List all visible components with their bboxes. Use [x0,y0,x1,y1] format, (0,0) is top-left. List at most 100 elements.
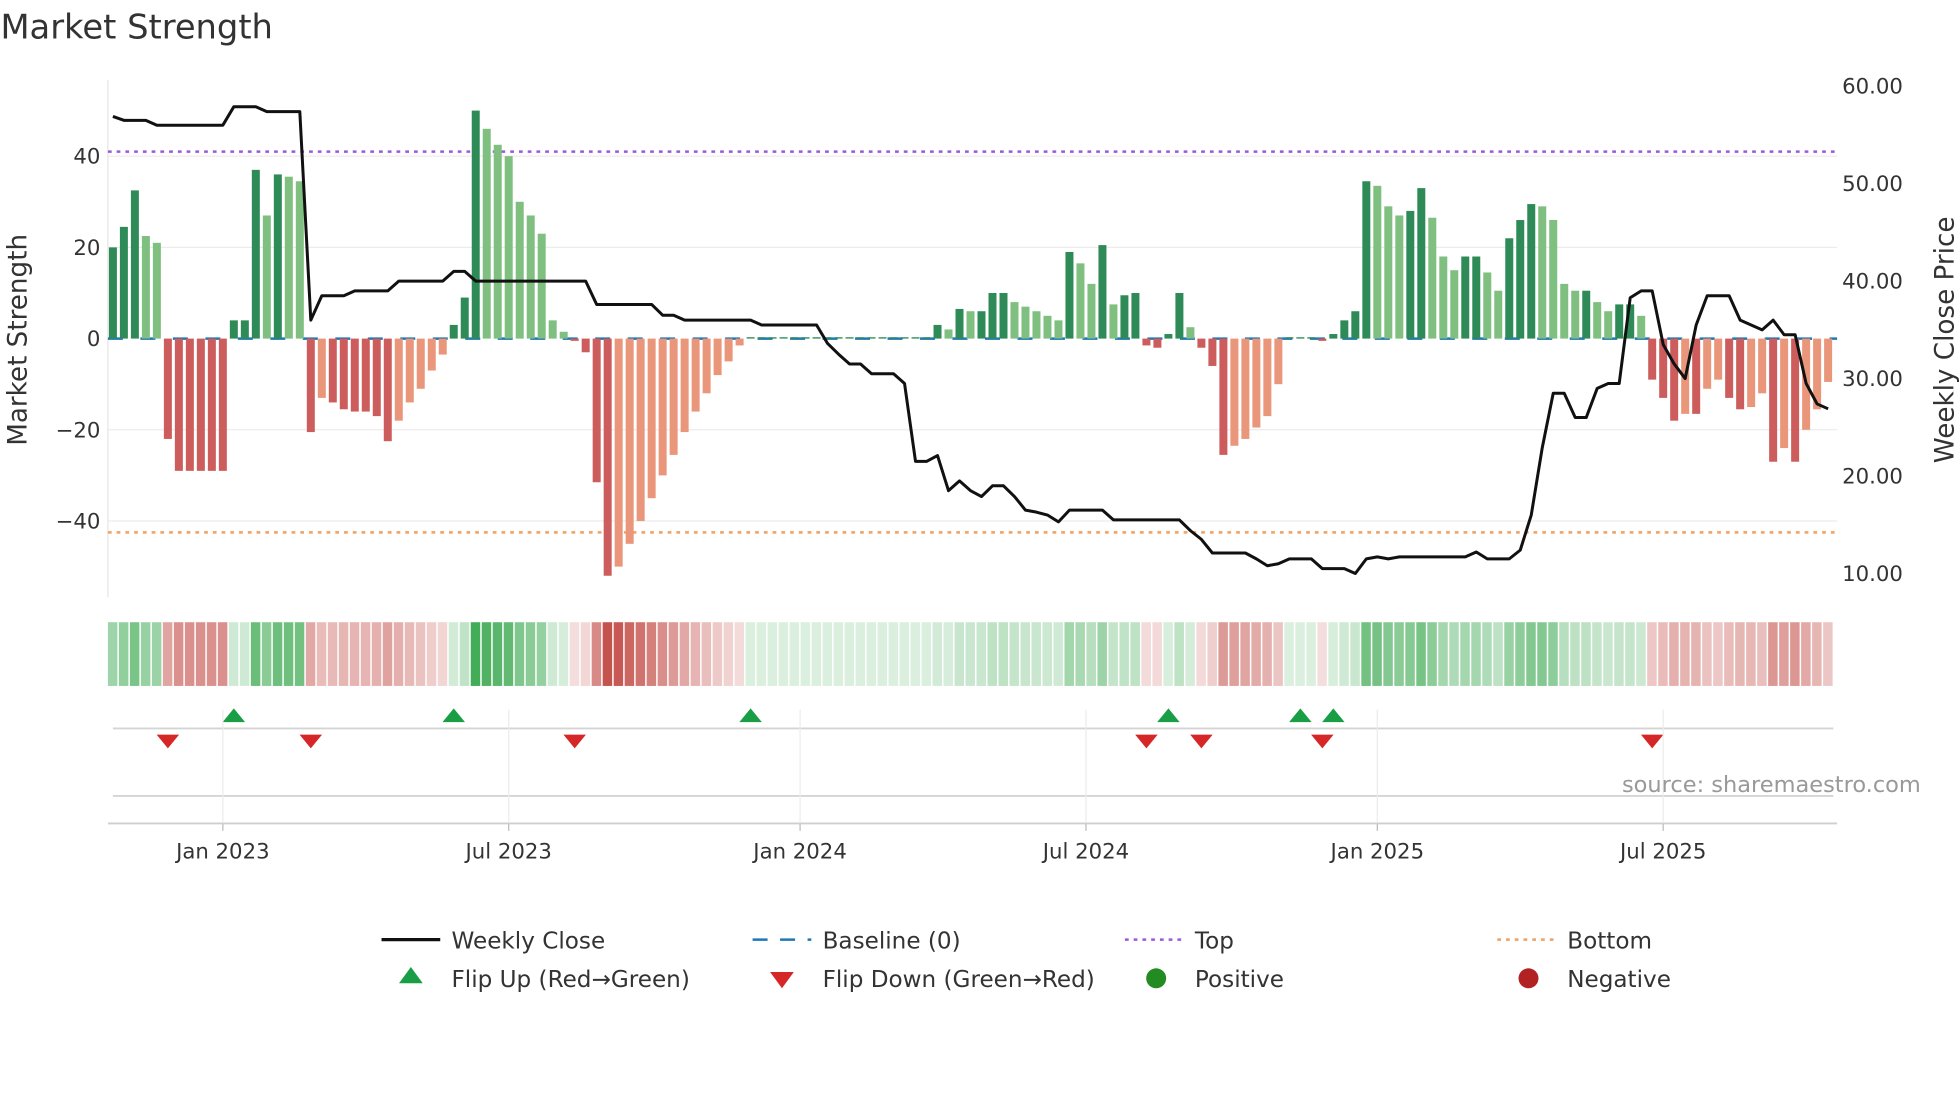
strip-cell [294,622,305,686]
x-tick-label: Jul 2025 [1618,839,1706,864]
strip-cell [591,622,602,686]
strip-cell [239,622,250,686]
strength-bar [1142,338,1151,346]
strip-cell [1284,622,1294,686]
strength-bar [537,233,546,339]
strip-cell [1438,622,1448,686]
strength-bar [1450,270,1459,339]
strip-cell [1614,622,1624,686]
strip-cell [1053,622,1063,686]
strength-bar [1131,292,1140,339]
strength-bar [867,337,876,339]
strength-bar [955,308,964,339]
x-tick-label: Jul 2023 [464,839,552,864]
strip-cell [1306,622,1316,686]
strip-cell [679,622,690,686]
strip-cell [536,622,547,686]
strength-bar [1648,338,1657,380]
strip-cell [1493,622,1503,686]
strip-cell [1735,622,1745,686]
flip-up-marker [1289,708,1312,723]
negative-dot-icon [1518,968,1539,989]
strip-cell [1658,622,1668,686]
strip-cell [382,622,393,686]
strip-cell [1009,622,1019,686]
strength-bar [713,338,722,376]
strip-cell [657,622,668,686]
strength-bar [339,338,348,410]
strength-bar [1230,338,1239,446]
strength-bar [1714,338,1723,380]
strip-cell [1427,622,1437,686]
strength-bar [1791,338,1800,462]
strength-bar [504,156,513,339]
strength-bar [1637,315,1646,339]
strip-cell [756,622,767,686]
strength-bar [460,297,469,339]
strength-bar [515,201,524,339]
strength-bar [548,320,557,339]
strip-cell [1207,622,1217,686]
legend-item: Flip Up (Red→Green) [399,967,690,993]
strength-bar [1571,290,1580,339]
strength-bar [1725,338,1734,398]
strip-cell [899,622,910,686]
strength-bar [1153,338,1162,348]
y2-tick-label: 20.00 [1842,465,1903,490]
strength-bar [999,292,1008,339]
strength-bar [647,338,656,499]
strip-cell [1218,622,1228,686]
strength-bars [108,110,1833,576]
strength-bar [119,226,128,339]
strength-heat-strip [107,622,1833,686]
strength-bar [1109,304,1118,339]
flip-up-marker [739,708,762,723]
strength-bar [1076,263,1085,339]
strip-cell [151,622,162,686]
strip-cell [1097,622,1107,686]
strip-cell [261,622,272,686]
strength-bar [636,338,645,522]
strip-cell [1273,622,1283,686]
strength-bar [900,337,909,339]
strength-bar [1384,206,1393,339]
strip-cell [1790,622,1800,686]
strength-bar [614,338,623,567]
strip-cell [1603,622,1613,686]
strip-cell [503,622,514,686]
strip-cell [1141,622,1151,686]
strength-bar [1758,338,1767,394]
strength-bar [1461,256,1470,339]
strength-bar [1417,188,1426,339]
strip-cell [734,622,745,686]
strip-cell [1669,622,1679,686]
strength-bar [1098,245,1107,339]
strip-cell [1185,622,1195,686]
y2-tick-label: 50.00 [1842,172,1903,197]
y-axis-label: Market Strength [4,234,34,446]
strength-bar [1318,338,1327,341]
strip-cell [1229,622,1239,686]
strip-cell [1031,622,1041,686]
strip-cell [393,622,404,686]
strip-cell [1350,622,1360,686]
strength-bar [625,338,634,544]
strip-cell [349,622,360,686]
strip-cell [1570,622,1580,686]
strength-bar [1527,204,1536,339]
strip-cell [976,622,986,686]
strength-bar [1175,292,1184,339]
strip-cell [668,622,679,686]
strip-cell [1262,622,1272,686]
strip-cell [987,622,997,686]
strength-bar [812,337,821,339]
strip-cell [624,622,635,686]
strip-cell [1647,622,1657,686]
strip-cell [459,622,470,686]
strength-bar [1087,283,1096,339]
strip-cell [371,622,382,686]
y-tick-label: 20 [73,236,100,261]
y-tick-label: 40 [73,145,100,170]
weekly-close-polyline [112,105,1829,575]
x-tick-label: Jan 2023 [174,839,270,864]
